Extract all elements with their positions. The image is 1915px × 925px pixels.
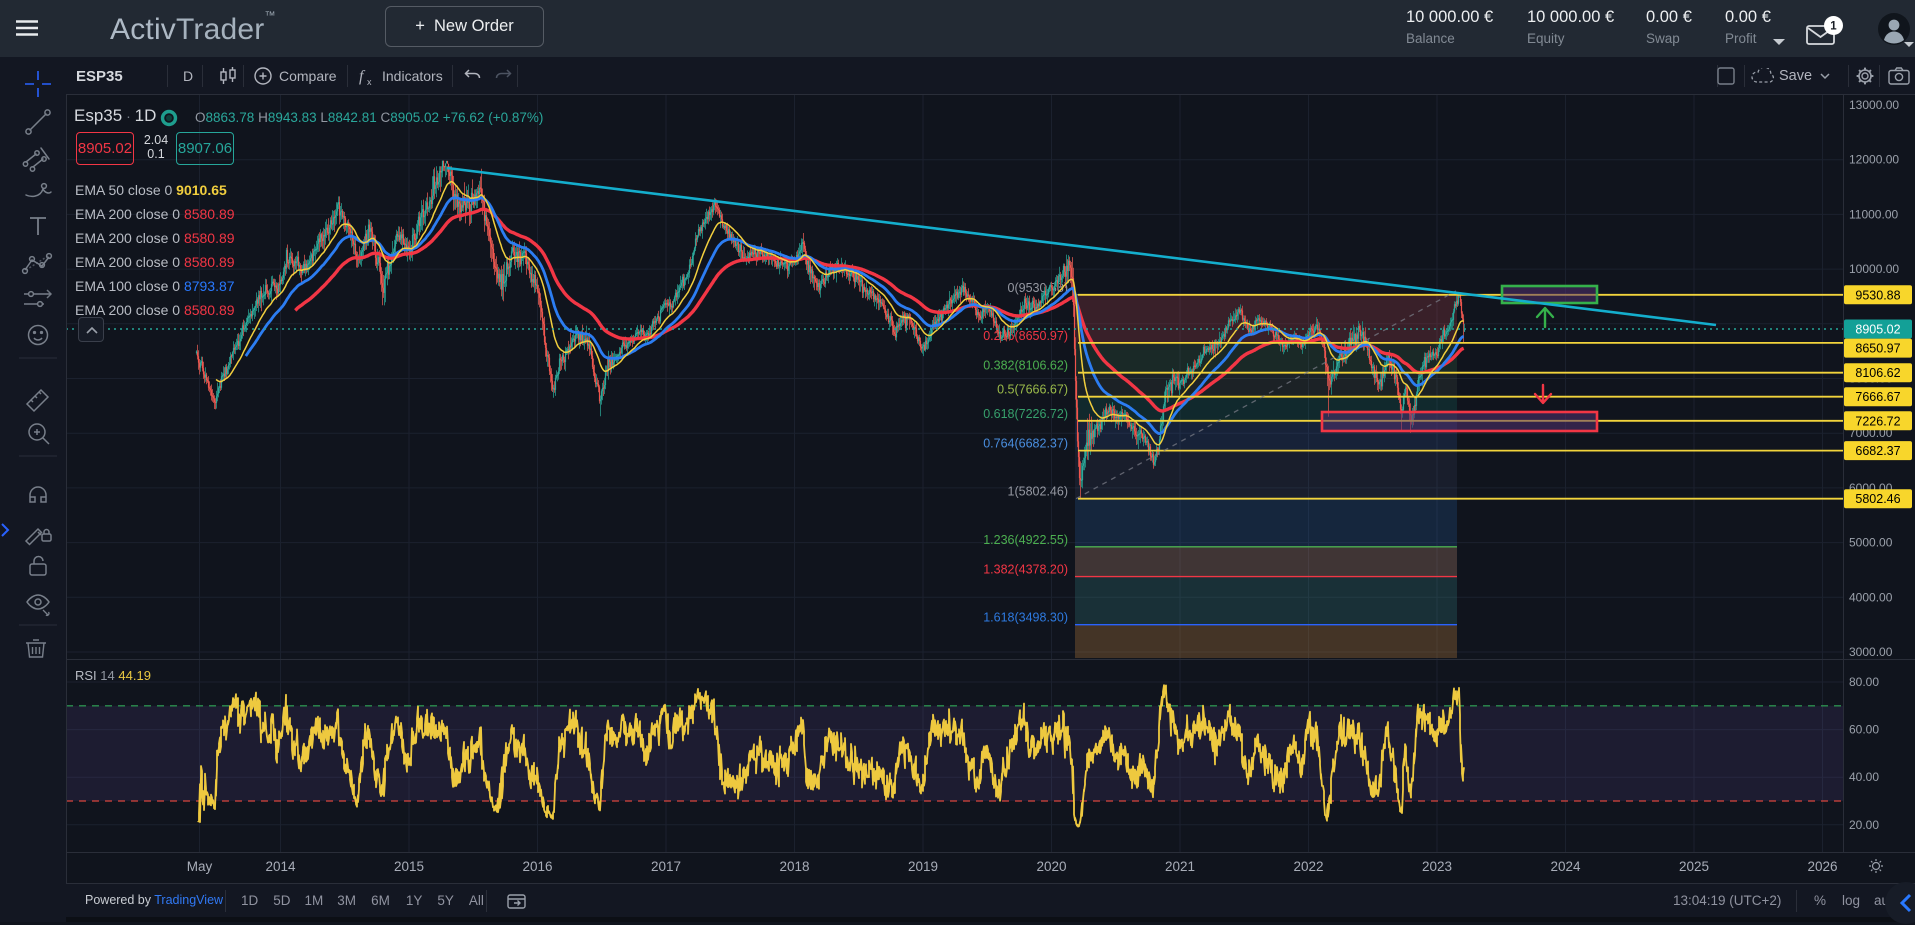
svg-text:1: 1 (1830, 21, 1837, 33)
svg-text:1.382(4378.20): 1.382(4378.20) (983, 563, 1068, 577)
svg-text:1.236(4922.55): 1.236(4922.55) (983, 533, 1068, 547)
svg-text:8106.62: 8106.62 (1855, 366, 1900, 380)
svg-text:10000.00: 10000.00 (1849, 262, 1899, 276)
svg-text:2020: 2020 (1036, 859, 1066, 874)
svg-text:7226.72: 7226.72 (1855, 414, 1900, 428)
svg-text:9530.88: 9530.88 (1855, 288, 1900, 302)
svg-text:2025: 2025 (1679, 859, 1709, 874)
svg-text:2017: 2017 (651, 859, 681, 874)
svg-text:8905.02: 8905.02 (1855, 323, 1900, 337)
svg-text:2015: 2015 (394, 859, 424, 874)
svg-text:12000.00: 12000.00 (1849, 153, 1899, 167)
svg-text:20.00: 20.00 (1849, 818, 1879, 832)
svg-text:0.5(7666.67): 0.5(7666.67) (997, 383, 1068, 397)
svg-text:4000.00: 4000.00 (1849, 590, 1893, 604)
svg-text:2016: 2016 (522, 859, 552, 874)
svg-text:2024: 2024 (1550, 859, 1581, 874)
svg-text:3000.00: 3000.00 (1849, 645, 1893, 659)
svg-text:f: f (359, 68, 366, 85)
svg-text:6682.37: 6682.37 (1855, 444, 1900, 458)
svg-text:2022: 2022 (1293, 859, 1323, 874)
svg-text:11000.00: 11000.00 (1849, 207, 1898, 221)
svg-text:0.764(6682.37): 0.764(6682.37) (983, 437, 1068, 451)
svg-text:80.00: 80.00 (1849, 675, 1879, 689)
svg-text:0.236(8650.97): 0.236(8650.97) (983, 329, 1068, 343)
svg-text:0.382(8106.62): 0.382(8106.62) (983, 359, 1068, 373)
svg-text:60.00: 60.00 (1849, 723, 1879, 737)
svg-text:8650.97: 8650.97 (1855, 342, 1900, 356)
svg-text:0.618(7226.72): 0.618(7226.72) (983, 407, 1068, 421)
svg-text:1.618(3498.30): 1.618(3498.30) (983, 611, 1068, 625)
svg-text:2018: 2018 (779, 859, 809, 874)
svg-text:2014: 2014 (265, 859, 296, 874)
svg-text:May: May (187, 859, 213, 874)
svg-text:13000.00: 13000.00 (1849, 98, 1899, 112)
svg-text:2026: 2026 (1807, 859, 1837, 874)
svg-text:2023: 2023 (1422, 859, 1452, 874)
svg-text:5802.46: 5802.46 (1855, 492, 1900, 506)
svg-text:1(5802.46): 1(5802.46) (1008, 485, 1068, 499)
svg-text:2019: 2019 (908, 859, 938, 874)
svg-text:x: x (367, 77, 372, 86)
svg-text:2021: 2021 (1165, 859, 1195, 874)
svg-text:40.00: 40.00 (1849, 770, 1879, 784)
svg-text:7666.67: 7666.67 (1855, 390, 1900, 404)
svg-text:5000.00: 5000.00 (1849, 536, 1893, 550)
